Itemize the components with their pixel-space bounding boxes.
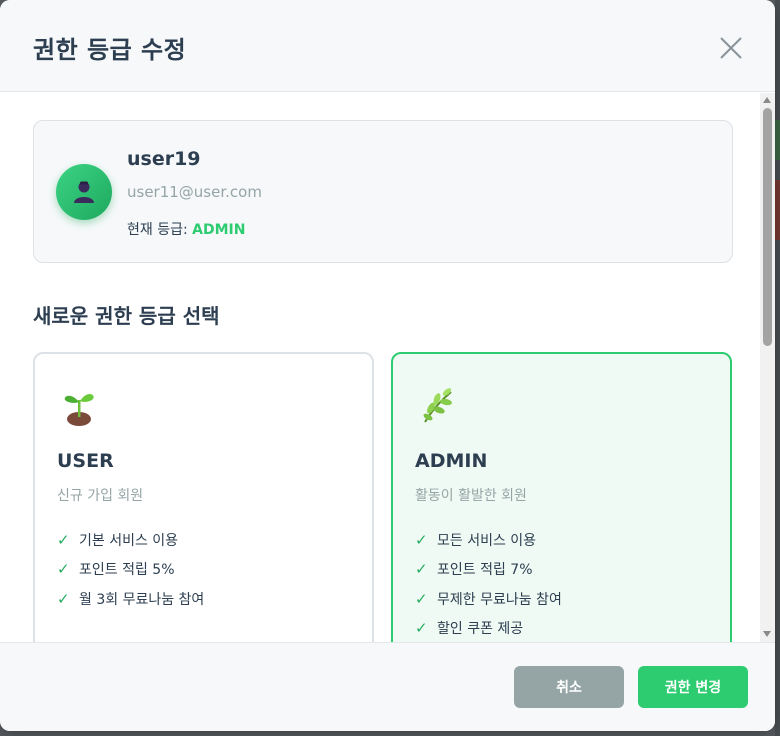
scroll-thumb[interactable] <box>763 108 772 346</box>
avatar <box>56 164 112 220</box>
benefit-item: ✓ 기본 서비스 이용 <box>57 530 179 549</box>
grade-description: 활동이 활발한 회원 <box>415 488 527 504</box>
user-name: user19 <box>127 148 201 170</box>
modal-body: user19 user11@user.com 현재 등급: ADMIN 새로운 … <box>0 93 775 642</box>
cancel-button[interactable]: 취소 <box>514 666 624 708</box>
user-info-card: user19 user11@user.com 현재 등급: ADMIN <box>33 120 733 263</box>
modal-footer: 취소 권한 변경 <box>0 642 775 731</box>
benefit-item: ✓ 무제한 무료나눔 참여 <box>415 589 562 608</box>
check-icon: ✓ <box>415 589 428 608</box>
current-grade-label: 현재 등급: <box>127 222 188 238</box>
herb-icon <box>417 386 457 426</box>
grade-name: USER <box>57 450 114 472</box>
scroll-up-icon[interactable] <box>763 97 771 103</box>
backdrop-accent-green <box>775 120 780 160</box>
check-icon: ✓ <box>415 560 428 579</box>
benefit-item: ✓ 월 3회 무료나눔 참여 <box>57 589 205 608</box>
grade-option-admin[interactable]: ADMIN 활동이 활발한 회원 ✓ 모든 서비스 이용 ✓ 포인트 적립 7% ✓… <box>391 352 732 642</box>
benefit-item: ✓ 할인 쿠폰 제공 <box>415 619 524 638</box>
current-grade: 현재 등급: ADMIN <box>127 219 245 239</box>
benefit-list: ✓ 모든 서비스 이용 ✓ 포인트 적립 7% ✓ 무제한 무료나눔 참여 ✓ 할인 쿠… <box>415 525 562 642</box>
user-email: user11@user.com <box>127 183 262 201</box>
check-icon: ✓ <box>415 619 428 638</box>
benefit-item: ✓ 포인트 적립 7% <box>415 560 533 579</box>
scroll-down-icon[interactable] <box>763 631 771 637</box>
benefit-list: ✓ 기본 서비스 이용 ✓ 포인트 적립 5% ✓ 월 3회 무료나눔 참여 <box>57 525 204 614</box>
backdrop-accent <box>775 180 780 240</box>
benefit-item: ✓ 포인트 적립 5% <box>57 560 175 579</box>
modal-title: 권한 등급 수정 <box>33 36 187 64</box>
check-icon: ✓ <box>415 530 428 549</box>
grade-option-user[interactable]: USER 신규 가입 회원 ✓ 기본 서비스 이용 ✓ 포인트 적립 5% ✓ 월 3… <box>33 352 374 642</box>
benefit-item: ✓ 모든 서비스 이용 <box>415 530 537 549</box>
vertical-scrollbar[interactable] <box>760 93 775 642</box>
seedling-icon <box>59 386 99 426</box>
change-grade-button[interactable]: 권한 변경 <box>638 666 748 708</box>
backdrop <box>775 0 780 736</box>
user-avatar-icon <box>74 181 94 203</box>
grade-edit-modal: 권한 등급 수정 user19 user11@user.com 현재 등급: A… <box>0 0 775 731</box>
section-title: 새로운 권한 등급 선택 <box>33 304 220 328</box>
close-button[interactable] <box>716 33 746 63</box>
check-icon: ✓ <box>57 560 70 579</box>
modal-header: 권한 등급 수정 <box>0 0 775 92</box>
current-grade-value: ADMIN <box>192 222 246 238</box>
check-icon: ✓ <box>57 530 70 549</box>
grade-description: 신규 가입 회원 <box>57 488 144 504</box>
grade-name: ADMIN <box>415 450 488 472</box>
close-icon <box>720 37 742 59</box>
check-icon: ✓ <box>57 589 70 608</box>
